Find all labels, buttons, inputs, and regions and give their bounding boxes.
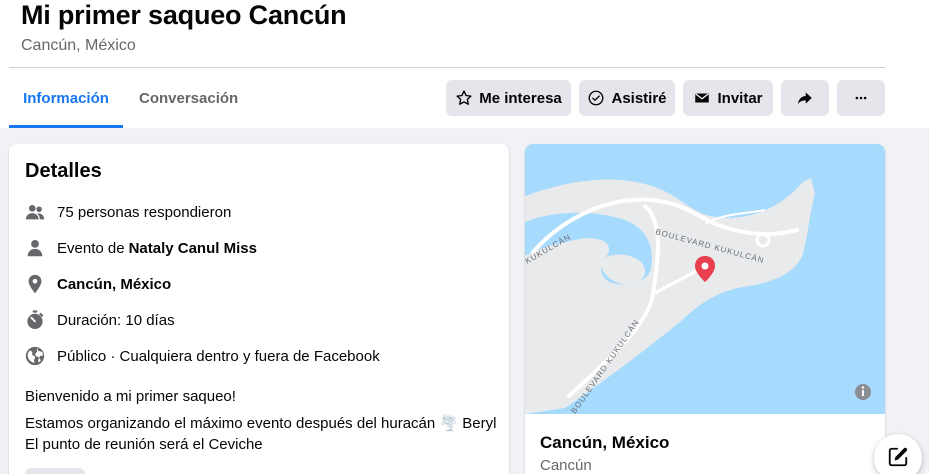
place-row[interactable]: Cancún, México [23,272,171,296]
star-icon [456,90,472,105]
privacy-row: Público · Cualquiera dentro y fuera de F… [23,344,380,368]
person-icon [23,236,47,260]
details-card: Detalles 75 personas respondieron Evento… [9,144,509,474]
location-map[interactable]: BOULEVARD KUKULCÁN BOULEVARD KUKULCÁN KU… [525,144,885,414]
info-icon[interactable] [855,384,871,400]
responded-text: 75 personas respondieron [57,203,232,221]
see-more-button[interactable] [25,468,85,474]
check-circle-icon [589,90,604,106]
globe-icon [23,344,47,368]
map-card[interactable]: BOULEVARD KUKULCÁN BOULEVARD KUKULCÁN KU… [525,144,885,474]
share-button[interactable] [781,80,829,116]
tab-informacion[interactable]: Información [9,68,123,128]
invite-label: Invitar [717,89,763,107]
tab-label: Conversación [139,89,239,107]
share-icon [797,92,812,105]
event-title: Mi primer saqueo Cancún [21,0,347,30]
host-prefix: Evento de [57,239,125,257]
host-row: Evento de Nataly Canul Miss [23,236,257,260]
description-line: Bienvenido a mi primer saqueo! [25,388,236,405]
going-button[interactable]: Asistiré [579,80,675,116]
responded-row[interactable]: 75 personas respondieron [23,200,231,224]
interested-label: Me interesa [479,89,562,107]
duration-text: Duración: 10 días [57,311,175,329]
tab-conversacion[interactable]: Conversación [139,68,238,128]
going-label: Asistiré [611,89,667,107]
host-name-link[interactable]: Nataly Canul Miss [129,240,257,257]
location-pin-icon [23,272,47,296]
privacy-text: Público · Cualquiera dentro y fuera de F… [57,347,380,365]
tab-label: Información [23,89,109,107]
stopwatch-icon [23,308,47,332]
new-message-button[interactable] [874,434,922,474]
map-place-name[interactable]: Cancún, México [540,433,669,453]
details-title: Detalles [25,160,102,182]
envelope-icon [695,93,710,103]
event-location[interactable]: Cancún, México [21,37,136,55]
more-options-button[interactable] [837,80,885,116]
map-city-name: Cancún [540,457,592,474]
event-header: Mi primer saqueo Cancún Cancún, México I… [0,0,929,128]
invite-button[interactable]: Invitar [683,80,773,116]
place-text: Cancún, México [57,275,172,293]
compose-icon [888,447,908,467]
people-icon [23,200,47,224]
more-icon [855,96,867,100]
duration-row: Duración: 10 días [23,308,175,332]
interested-button[interactable]: Me interesa [446,80,571,116]
description-line: El punto de reunión será el Ceviche [25,436,263,453]
description-line: Estamos organizando el máximo evento des… [25,415,497,432]
